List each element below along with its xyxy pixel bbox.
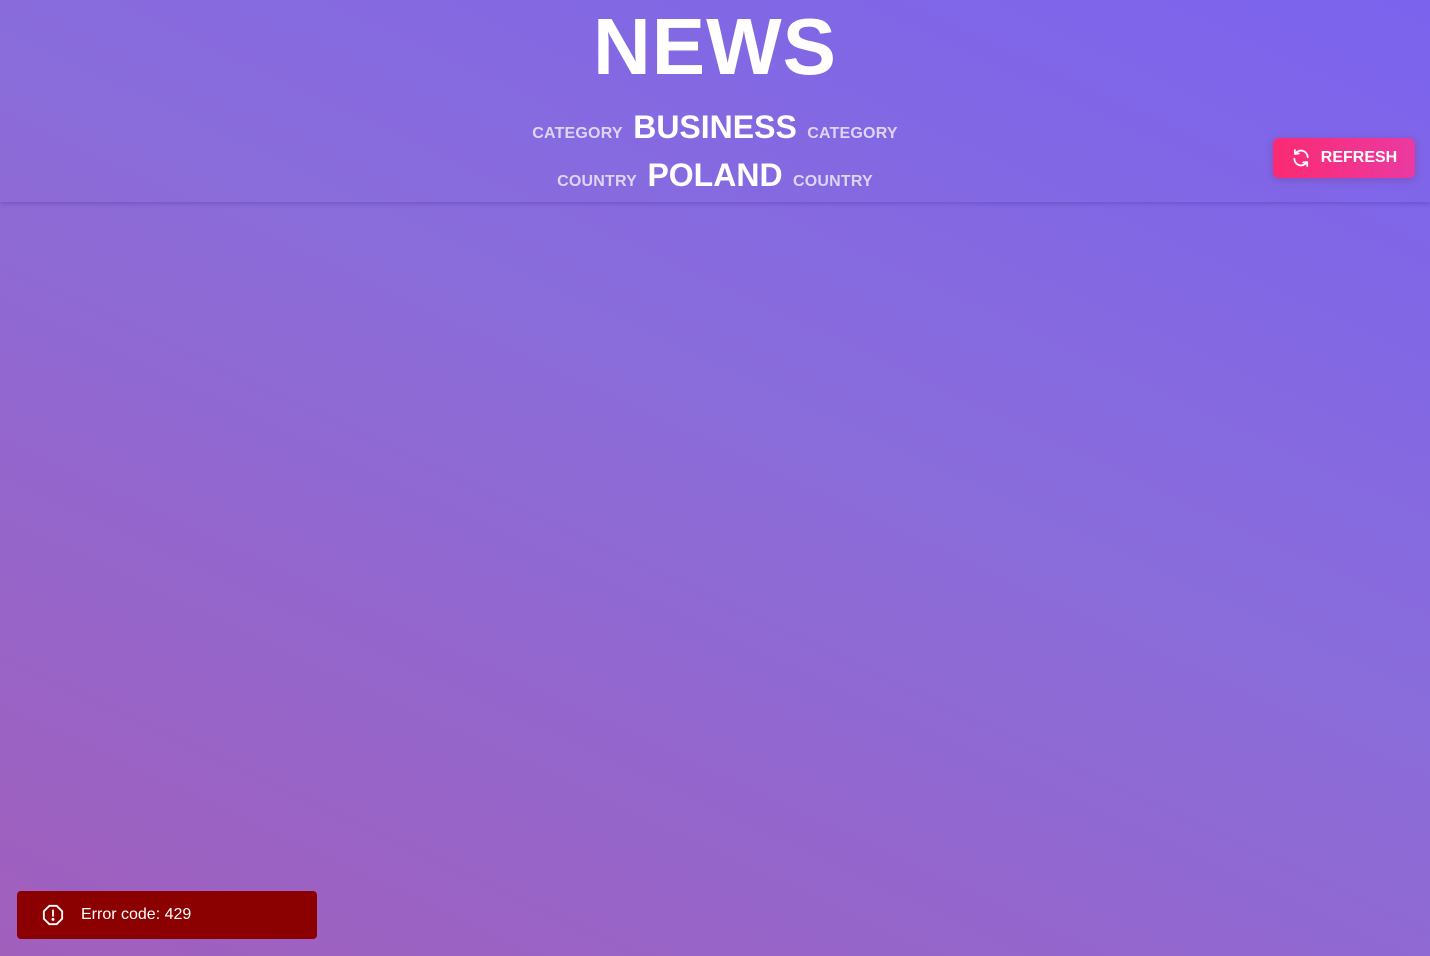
country-next-option[interactable]: COUNTRY	[793, 173, 873, 190]
page-title: NEWS	[593, 2, 837, 91]
country-current-value[interactable]: POLAND	[647, 157, 782, 193]
category-selector: CATEGORY BUSINESS CATEGORY	[0, 109, 1430, 146]
category-prev-option[interactable]: CATEGORY	[532, 125, 623, 142]
country-selector: COUNTRY POLAND COUNTRY	[0, 157, 1430, 194]
header: NEWS CATEGORY BUSINESS CATEGORY COUNTRY …	[0, 0, 1430, 202]
error-message: Error code: 429	[81, 906, 192, 923]
alert-circle-icon	[42, 904, 64, 926]
error-toast: Error code: 429	[17, 891, 317, 939]
refresh-button[interactable]: REFRESH	[1273, 138, 1415, 178]
refresh-icon	[1291, 148, 1311, 168]
category-next-option[interactable]: CATEGORY	[807, 125, 898, 142]
category-current-value[interactable]: BUSINESS	[633, 109, 797, 145]
country-prev-option[interactable]: COUNTRY	[557, 173, 637, 190]
refresh-button-label: REFRESH	[1320, 149, 1398, 166]
